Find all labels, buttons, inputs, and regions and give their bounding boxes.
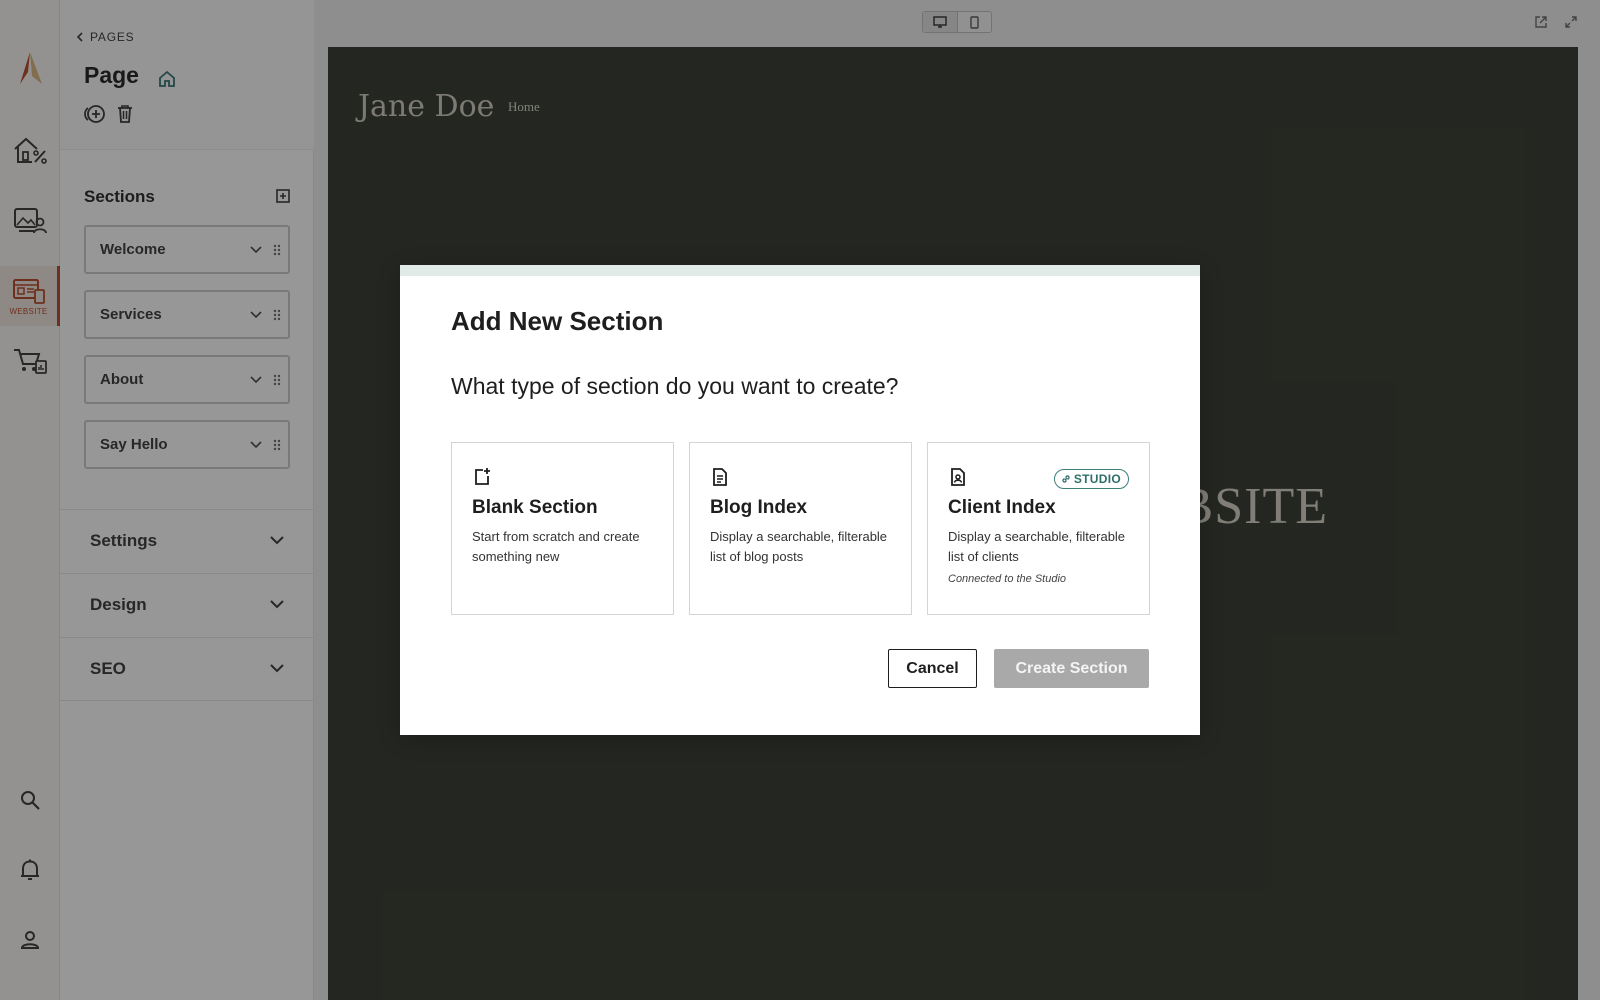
studio-badge: STUDIO bbox=[1053, 469, 1129, 489]
option-title: Client Index bbox=[948, 497, 1056, 518]
new-page-icon bbox=[475, 468, 490, 485]
option-blank-section[interactable]: Blank Section Start from scratch and cre… bbox=[451, 442, 674, 615]
modal-question: What type of section do you want to crea… bbox=[451, 373, 899, 399]
modal-title: Add New Section bbox=[451, 306, 664, 336]
option-blog-index[interactable]: Blog Index Display a searchable, filtera… bbox=[689, 442, 912, 615]
cancel-button[interactable]: Cancel bbox=[888, 649, 977, 688]
option-title: Blog Index bbox=[710, 497, 808, 518]
option-client-index[interactable]: STUDIO Client Index Display a searchable… bbox=[927, 442, 1150, 615]
option-description: Display a searchable, filterable list of… bbox=[948, 529, 1126, 564]
option-description: Display a searchable, filterable list of… bbox=[710, 529, 888, 564]
add-section-modal: Add New Section What type of section do … bbox=[400, 265, 1200, 735]
option-note: Connected to the Studio bbox=[948, 573, 1067, 585]
studio-badge-label: STUDIO bbox=[1073, 472, 1121, 486]
link-icon bbox=[1062, 475, 1070, 483]
create-section-button[interactable]: Create Section bbox=[994, 649, 1149, 688]
option-description: Start from scratch and create something … bbox=[472, 529, 640, 564]
client-document-icon bbox=[951, 468, 965, 486]
option-title: Blank Section bbox=[472, 497, 598, 518]
document-icon bbox=[713, 468, 727, 486]
